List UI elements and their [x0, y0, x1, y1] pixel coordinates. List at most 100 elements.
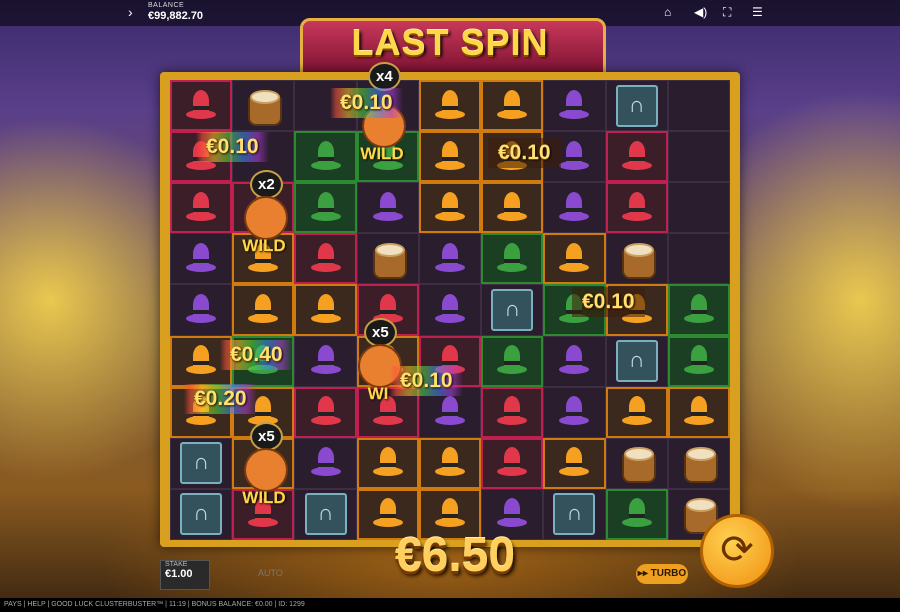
orange-hat-icon — [310, 293, 341, 326]
red-hat-icon — [621, 191, 652, 224]
horseshoe-icon: ∩ — [491, 288, 534, 331]
grid-cell — [232, 284, 295, 336]
purple-hat-icon — [559, 191, 590, 224]
ale-mug-icon — [620, 445, 656, 484]
grid-cell — [356, 182, 419, 234]
grid-cell — [605, 131, 668, 183]
purple-hat-icon — [434, 242, 465, 275]
grid-cell — [667, 284, 730, 336]
cluster-win-label: €0.10 — [330, 88, 403, 118]
green-hat-icon — [497, 242, 528, 275]
grid-cell — [543, 182, 606, 234]
red-hat-icon — [310, 396, 341, 428]
ale-mug-icon — [371, 241, 407, 279]
ale-mug-icon — [682, 445, 718, 484]
purple-hat-icon — [434, 293, 465, 326]
grid-cell — [667, 182, 730, 234]
turbo-button[interactable]: ▸▸ TURBO — [636, 564, 688, 584]
grid-cell — [481, 335, 544, 387]
orange-hat-icon — [559, 447, 590, 479]
grid-cell — [543, 233, 606, 285]
spin-button[interactable]: ⟳ — [700, 514, 774, 588]
grid-cell — [294, 284, 357, 336]
grid-cell — [605, 233, 668, 285]
home-icon[interactable]: ⌂ — [664, 5, 671, 19]
orange-hat-icon — [497, 89, 528, 122]
total-win-amount: €6.50 — [394, 529, 516, 582]
grid-cell — [294, 182, 357, 234]
grid-cell — [481, 233, 544, 285]
grid-cell — [232, 80, 295, 132]
purple-hat-icon — [559, 396, 590, 428]
grid-cell: ∩ — [481, 284, 544, 336]
grid-cell — [481, 182, 544, 234]
orange-hat-icon — [559, 242, 590, 275]
purple-hat-icon — [186, 293, 217, 326]
grid-cell: ∩ — [170, 488, 233, 540]
leprechaun-icon — [244, 448, 288, 492]
grid-cell — [170, 80, 233, 132]
grid-cell — [605, 182, 668, 234]
grid-cell — [481, 386, 544, 438]
purple-hat-icon — [372, 191, 403, 224]
stake-value: €1.00 — [165, 568, 193, 580]
purple-hat-icon — [559, 140, 590, 173]
grid-cell: ∩ — [543, 488, 606, 540]
grid-cell — [170, 182, 233, 234]
grid-cell — [418, 284, 482, 336]
stake-selector[interactable]: STAKE €1.00 — [160, 560, 210, 590]
grid-cell — [667, 131, 730, 183]
orange-hat-icon — [497, 191, 528, 224]
chevron-right-icon[interactable]: › — [128, 4, 133, 20]
turbo-label: TURBO — [650, 568, 687, 579]
orange-hat-icon — [248, 293, 279, 326]
spin-icon: ⟳ — [720, 528, 754, 572]
grid-cell — [418, 182, 482, 234]
leprechaun-icon — [244, 196, 288, 240]
grid-cell — [294, 233, 357, 285]
grid-cell — [605, 488, 668, 540]
orange-hat-icon — [434, 140, 465, 173]
red-hat-icon — [621, 140, 652, 173]
grid-cell: ∩ — [294, 488, 357, 540]
grid-cell — [605, 386, 668, 438]
green-hat-icon — [683, 293, 714, 326]
fullscreen-icon[interactable]: ⛶ — [723, 5, 731, 20]
orange-hat-icon — [621, 396, 652, 428]
autoplay-button[interactable]: AUTO — [258, 568, 283, 578]
purple-hat-icon — [310, 345, 341, 377]
grid-cell — [543, 437, 606, 489]
sound-icon[interactable]: ◀) — [694, 5, 707, 19]
cluster-win-label: €0.10 — [572, 287, 645, 317]
fast-forward-icon: ▸▸ — [637, 568, 648, 579]
orange-hat-icon — [186, 345, 217, 377]
grid-cell — [418, 80, 482, 132]
wild-multiplier-badge: x2 — [250, 170, 283, 199]
grid-cell — [356, 233, 419, 285]
orange-hat-icon — [434, 89, 465, 122]
red-hat-icon — [186, 191, 217, 224]
orange-hat-icon — [683, 396, 714, 428]
grid-cell — [543, 80, 606, 132]
cluster-win-label: €0.10 — [196, 132, 269, 162]
horseshoe-icon: ∩ — [615, 340, 658, 383]
wild-label: WILD — [242, 236, 286, 255]
horseshoe-icon: ∩ — [180, 442, 223, 485]
stake-label: STAKE — [165, 561, 188, 568]
purple-hat-icon — [559, 89, 590, 122]
grid-cell — [170, 284, 233, 336]
green-hat-icon — [683, 345, 714, 377]
horseshoe-icon: ∩ — [304, 493, 347, 536]
grid-cell — [418, 131, 482, 183]
cluster-win-label: €0.10 — [488, 138, 561, 168]
red-hat-icon — [497, 396, 528, 428]
grid-cell — [356, 437, 419, 489]
grid-cell — [543, 335, 606, 387]
grid-cell — [543, 386, 606, 438]
orange-hat-icon — [434, 191, 465, 224]
cluster-win-label: €0.40 — [220, 340, 293, 370]
grid-cell — [418, 437, 482, 489]
grid-cell — [170, 233, 233, 285]
menu-icon[interactable]: ☰ — [752, 5, 763, 19]
purple-hat-icon — [186, 242, 217, 275]
